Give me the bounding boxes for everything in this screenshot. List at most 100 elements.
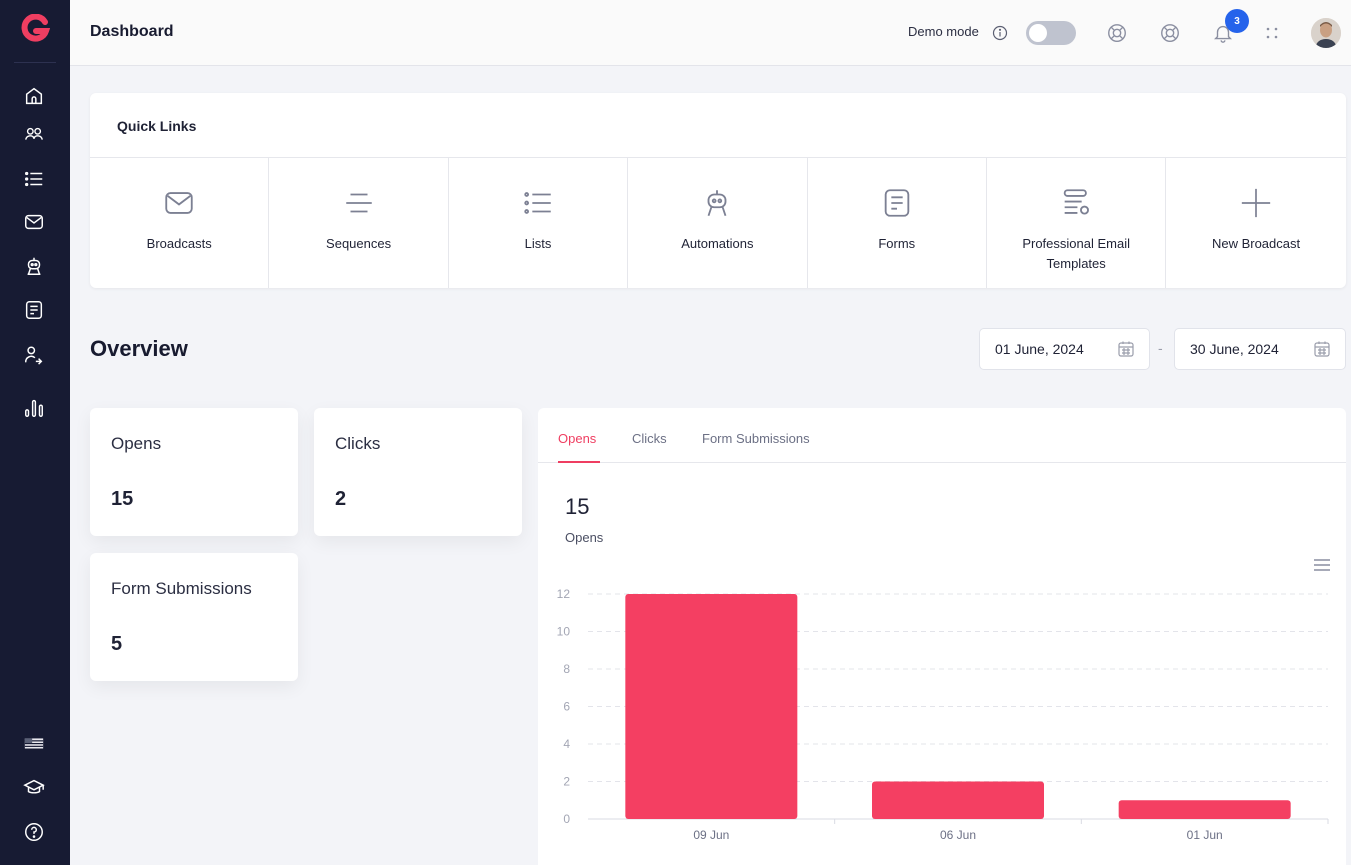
quick-link-new-broadcast[interactable]: New Broadcast — [1166, 158, 1345, 288]
date-to-picker[interactable]: 30 June, 2024 — [1174, 328, 1346, 370]
date-to-value: 30 June, 2024 — [1190, 341, 1279, 357]
quick-link-label: Forms — [878, 236, 916, 251]
quick-links-title: Quick Links — [117, 118, 197, 134]
sidebar — [0, 0, 70, 865]
y-tick-label: 0 — [563, 812, 570, 826]
demo-mode-label: Demo mode — [908, 24, 979, 39]
robot-icon — [27, 257, 41, 275]
quick-links-card: Quick Links Broadcasts Sequences Lists A… — [90, 93, 1346, 288]
sidebar-item-referrals[interactable] — [21, 342, 47, 368]
stat-label: Clicks — [335, 434, 381, 453]
y-tick-label: 6 — [563, 700, 570, 714]
y-tick-label: 10 — [557, 625, 571, 639]
quick-link-email-templates[interactable]: Professional Email Templates — [987, 158, 1167, 288]
tab-opens[interactable]: Opens — [558, 431, 596, 446]
sidebar-item-contacts[interactable] — [21, 122, 47, 148]
user-share-icon — [25, 346, 43, 365]
lifebuoy-icon — [1108, 24, 1126, 42]
sequence-lines-icon — [345, 193, 372, 213]
opens-bar-chart: 0 2 4 6 8 10 12 09 Jun 06 Jun 01 Jun — [557, 587, 1329, 842]
x-tick-label: 09 Jun — [693, 828, 729, 842]
date-from-picker[interactable]: 01 June, 2024 — [979, 328, 1150, 370]
demo-mode-toggle[interactable] — [1026, 21, 1076, 45]
quick-link-label: Lists — [524, 236, 552, 251]
graduation-cap-icon — [23, 779, 45, 794]
x-tick-label: 06 Jun — [940, 828, 976, 842]
help-center-button[interactable] — [1158, 21, 1182, 45]
calendar-icon — [1314, 341, 1330, 357]
stat-value: 5 — [111, 633, 123, 655]
y-tick-label: 2 — [563, 775, 570, 789]
tab-form-submissions[interactable]: Form Submissions — [702, 431, 810, 446]
quick-link-label: Professional Email Templates — [1022, 236, 1130, 271]
list-icon — [524, 192, 551, 214]
overview-title: Overview — [90, 336, 188, 361]
apps-menu-button[interactable] — [1260, 21, 1284, 45]
quick-link-label: Sequences — [326, 236, 392, 251]
quick-link-broadcasts[interactable]: Broadcasts — [90, 158, 270, 288]
quick-link-label: New Broadcast — [1211, 236, 1301, 251]
avatar[interactable] — [1311, 18, 1341, 48]
form-icon — [884, 189, 910, 217]
mail-icon — [165, 192, 193, 214]
calendar-icon — [1118, 341, 1134, 357]
stat-label: Opens — [111, 434, 162, 453]
date-separator: - — [1158, 340, 1163, 356]
info-icon[interactable] — [992, 25, 1008, 41]
sidebar-item-forms[interactable] — [21, 297, 47, 323]
quick-link-lists[interactable]: Lists — [449, 158, 629, 288]
quick-link-sequences[interactable]: Sequences — [269, 158, 449, 288]
quick-links-row: Broadcasts Sequences Lists Automations F… — [90, 158, 1346, 288]
help-icon — [25, 823, 43, 841]
chart-total-value: 15 — [565, 494, 590, 519]
sidebar-item-automations[interactable] — [21, 253, 47, 279]
quick-link-label: Broadcasts — [146, 236, 212, 251]
lifebuoy-icon — [1161, 24, 1179, 42]
template-icon — [1063, 189, 1090, 215]
user-avatar-icon — [1311, 18, 1341, 48]
contacts-icon — [25, 127, 43, 140]
bar — [1118, 800, 1291, 819]
grid-dots-icon — [1266, 27, 1278, 39]
bar — [872, 781, 1044, 819]
mail-icon — [25, 214, 43, 230]
tabs-divider — [538, 462, 1346, 463]
active-tab-indicator — [558, 461, 600, 463]
sidebar-item-home[interactable] — [21, 83, 47, 109]
stat-value: 15 — [111, 488, 134, 510]
quick-link-forms[interactable]: Forms — [808, 158, 987, 288]
app-logo[interactable] — [20, 14, 50, 44]
top-header: Dashboard Demo mode 3 — [70, 0, 1351, 66]
form-icon — [25, 301, 43, 319]
sidebar-item-academy[interactable] — [21, 774, 47, 800]
quick-link-automations[interactable]: Automations — [628, 158, 808, 288]
us-flag-icon — [24, 738, 44, 749]
plus-icon — [1241, 188, 1271, 218]
support-button[interactable] — [1105, 21, 1129, 45]
x-tick-label: 01 Jun — [1187, 828, 1223, 842]
stat-label: Form Submissions — [111, 579, 252, 598]
robot-icon — [707, 190, 727, 217]
date-from-value: 01 June, 2024 — [995, 341, 1084, 357]
bar — [625, 594, 798, 819]
tab-clicks[interactable]: Clicks — [632, 431, 667, 446]
notification-badge: 3 — [1225, 9, 1249, 33]
toggle-knob — [1029, 24, 1047, 42]
stat-card-form-submissions: Form Submissions 5 — [90, 553, 298, 681]
stat-card-opens: Opens 15 — [90, 408, 298, 536]
home-icon — [25, 87, 43, 105]
y-tick-label: 12 — [557, 587, 571, 601]
sidebar-item-broadcasts[interactable] — [21, 209, 47, 235]
page-title: Dashboard — [90, 23, 174, 40]
list-icon — [25, 171, 43, 187]
y-tick-label: 4 — [563, 737, 570, 751]
bar-chart-icon — [25, 399, 43, 417]
y-tick-label: 8 — [563, 662, 570, 676]
stat-value: 2 — [335, 488, 347, 510]
sidebar-item-help[interactable] — [21, 819, 47, 845]
sidebar-item-language[interactable] — [21, 730, 47, 756]
sidebar-item-lists[interactable] — [21, 166, 47, 192]
quick-link-label: Automations — [681, 236, 754, 251]
sidebar-item-reports[interactable] — [21, 395, 47, 421]
chart-card: Opens Clicks Form Submissions 15 Opens 0… — [538, 408, 1346, 865]
